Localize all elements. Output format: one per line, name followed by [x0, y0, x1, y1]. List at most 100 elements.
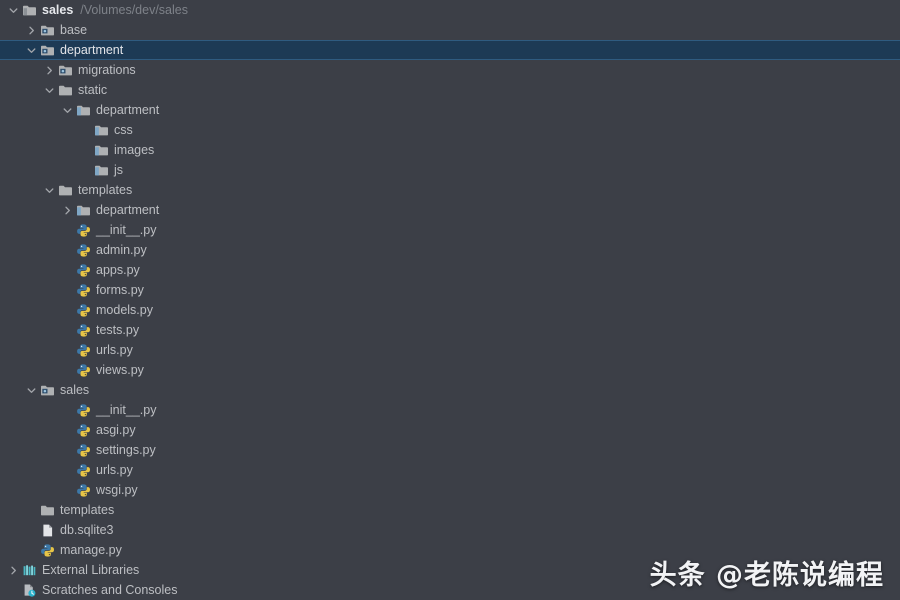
python-file-icon — [76, 443, 91, 458]
python-file-icon — [76, 363, 91, 378]
tree-row-label: forms.py — [96, 282, 144, 297]
python-file-icon — [40, 543, 55, 558]
tree-row-label: admin.py — [96, 242, 147, 257]
chevron-down-icon[interactable] — [8, 5, 19, 16]
python-file-icon — [76, 423, 91, 438]
tree-row[interactable]: admin.py — [0, 240, 900, 260]
tree-row[interactable]: views.py — [0, 360, 900, 380]
tree-row[interactable]: manage.py — [0, 540, 900, 560]
package-folder-icon — [40, 43, 55, 58]
python-file-icon — [76, 343, 91, 358]
tree-row-label: templates — [78, 182, 133, 197]
chevron-down-icon[interactable] — [44, 85, 55, 96]
tree-row[interactable]: models.py — [0, 300, 900, 320]
tree-row-label: models.py — [96, 302, 153, 317]
tree-row[interactable]: Scratches and Consoles — [0, 580, 900, 600]
tree-row[interactable]: css — [0, 120, 900, 140]
tree-row[interactable]: sales/Volumes/dev/sales — [0, 0, 900, 20]
python-file-icon — [76, 263, 91, 278]
tree-row-label: apps.py — [96, 262, 140, 277]
tree-row[interactable]: tests.py — [0, 320, 900, 340]
library-icon — [22, 563, 37, 578]
python-file-icon — [76, 223, 91, 238]
tree-row-label: department — [96, 102, 160, 117]
tree-row[interactable]: department — [0, 40, 900, 60]
tree-row[interactable]: department — [0, 100, 900, 120]
tree-row-label: urls.py — [96, 462, 133, 477]
tree-row-label: __init__.py — [96, 222, 157, 237]
chevron-down-icon[interactable] — [26, 45, 37, 56]
tree-row[interactable]: templates — [0, 180, 900, 200]
python-file-icon — [76, 463, 91, 478]
tree-row[interactable]: apps.py — [0, 260, 900, 280]
tree-row[interactable]: __init__.py — [0, 400, 900, 420]
chevron-down-icon[interactable] — [44, 185, 55, 196]
tree-row-label: sales — [60, 382, 90, 397]
tree-row-label: css — [114, 122, 133, 137]
tree-row-label: wsgi.py — [96, 482, 138, 497]
tree-row-label: settings.py — [96, 442, 156, 457]
python-file-icon — [76, 403, 91, 418]
tree-row-label: db.sqlite3 — [60, 522, 114, 537]
tree-row[interactable]: templates — [0, 500, 900, 520]
tree-row-label: asgi.py — [96, 422, 136, 437]
folder-icon — [58, 83, 73, 98]
tree-row-label: js — [114, 162, 124, 177]
tree-row[interactable]: settings.py — [0, 440, 900, 460]
tree-row-label: migrations — [78, 62, 136, 77]
tree-row-label: sales — [42, 2, 74, 17]
project-root-path: /Volumes/dev/sales — [80, 2, 188, 17]
resource-folder-icon — [94, 143, 109, 158]
tree-row[interactable]: asgi.py — [0, 420, 900, 440]
chevron-down-icon[interactable] — [26, 385, 37, 396]
chevron-right-icon[interactable] — [8, 565, 19, 576]
chevron-right-icon[interactable] — [62, 205, 73, 216]
tree-row-label: views.py — [96, 362, 144, 377]
tree-row-label: __init__.py — [96, 402, 157, 417]
python-file-icon — [76, 243, 91, 258]
resource-folder-icon — [76, 103, 91, 118]
resource-folder-icon — [76, 203, 91, 218]
tree-row-label: static — [78, 82, 108, 97]
tree-row-label: templates — [60, 502, 115, 517]
tree-row[interactable]: forms.py — [0, 280, 900, 300]
file-icon — [40, 523, 55, 538]
tree-row[interactable]: sales — [0, 380, 900, 400]
resource-folder-icon — [94, 163, 109, 178]
tree-row[interactable]: External Libraries — [0, 560, 900, 580]
tree-row[interactable]: __init__.py — [0, 220, 900, 240]
tree-row[interactable]: db.sqlite3 — [0, 520, 900, 540]
tree-row[interactable]: urls.py — [0, 460, 900, 480]
python-file-icon — [76, 323, 91, 338]
tree-row[interactable]: base — [0, 20, 900, 40]
python-file-icon — [76, 303, 91, 318]
python-file-icon — [76, 483, 91, 498]
folder-icon — [40, 503, 55, 518]
tree-row-label: tests.py — [96, 322, 140, 337]
package-folder-icon — [58, 63, 73, 78]
chevron-right-icon[interactable] — [26, 25, 37, 36]
tree-row[interactable]: static — [0, 80, 900, 100]
tree-row[interactable]: migrations — [0, 60, 900, 80]
package-folder-icon — [40, 383, 55, 398]
tree-row[interactable]: js — [0, 160, 900, 180]
tree-row-label: urls.py — [96, 342, 133, 357]
tree-row[interactable]: wsgi.py — [0, 480, 900, 500]
tree-row[interactable]: urls.py — [0, 340, 900, 360]
chevron-right-icon[interactable] — [44, 65, 55, 76]
tree-row-label: manage.py — [60, 542, 122, 557]
python-file-icon — [76, 283, 91, 298]
scratches-icon — [22, 583, 37, 598]
tree-row-label: department — [96, 202, 160, 217]
tree-row-label: base — [60, 22, 88, 37]
tree-row-label: department — [60, 42, 124, 57]
project-tree[interactable]: sales/Volumes/dev/sales base department mig… — [0, 0, 900, 600]
resource-folder-icon — [94, 123, 109, 138]
tree-row-label: External Libraries — [42, 562, 140, 577]
package-folder-icon — [40, 23, 55, 38]
tree-row[interactable]: images — [0, 140, 900, 160]
module-folder-icon — [22, 3, 37, 18]
chevron-down-icon[interactable] — [62, 105, 73, 116]
tree-row[interactable]: department — [0, 200, 900, 220]
tree-row-label: Scratches and Consoles — [42, 582, 178, 597]
